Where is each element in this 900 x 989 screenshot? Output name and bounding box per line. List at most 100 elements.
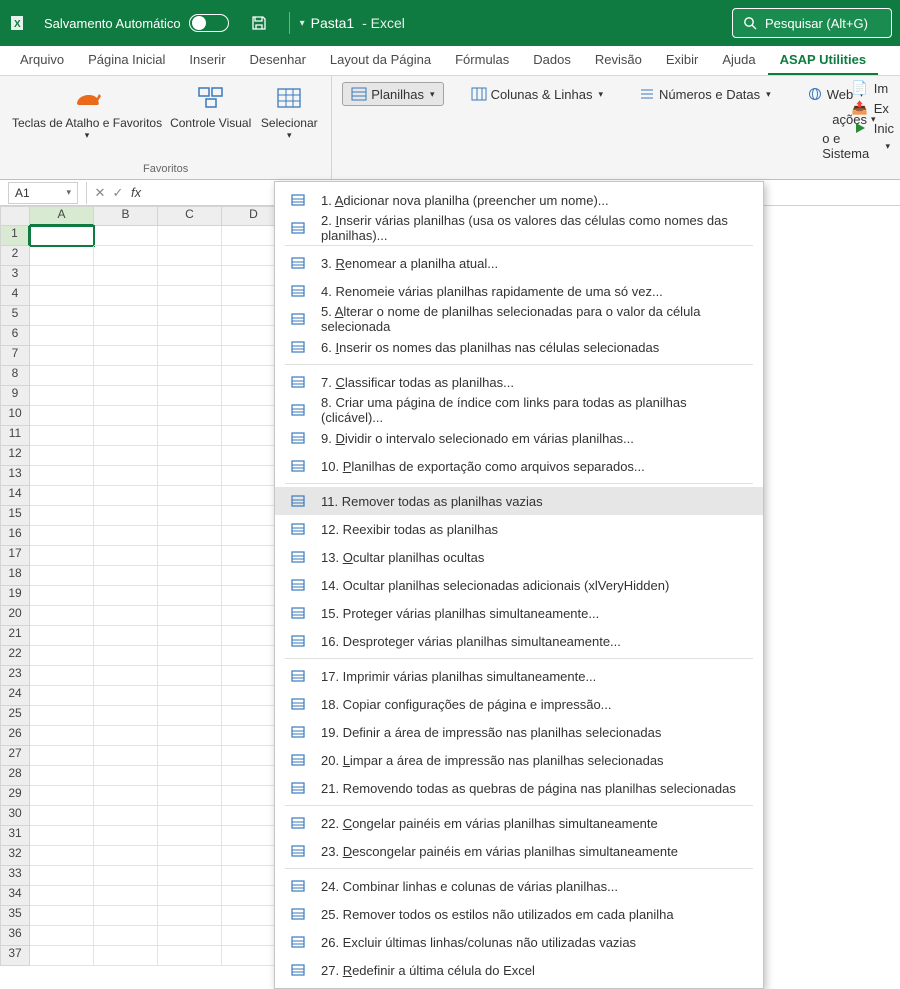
cell[interactable] [158,366,222,386]
menu-item[interactable]: 4. Renomeie várias planilhas rapidamente… [275,277,763,305]
cell[interactable] [158,746,222,766]
cell[interactable] [30,646,94,666]
menu-item[interactable]: 10. Planilhas de exportação como arquivo… [275,452,763,480]
cell[interactable] [94,626,158,646]
tab-exibir[interactable]: Exibir [654,46,711,75]
cell[interactable] [158,546,222,566]
row-header[interactable]: 20 [0,606,30,626]
menu-item[interactable]: 2. Inserir várias planilhas (usa os valo… [275,214,763,242]
cell[interactable] [30,946,94,966]
cell[interactable] [94,486,158,506]
row-header[interactable]: 7 [0,346,30,366]
menu-item[interactable]: 13. Ocultar planilhas ocultas [275,543,763,571]
cell[interactable] [94,226,158,246]
cell[interactable] [30,226,94,246]
name-box[interactable]: A1 ▾ [8,182,78,204]
cell[interactable] [30,726,94,746]
cell[interactable] [30,586,94,606]
row-header[interactable]: 27 [0,746,30,766]
cell[interactable] [94,446,158,466]
select-all-corner[interactable] [0,206,30,226]
row-header[interactable]: 24 [0,686,30,706]
menu-item[interactable]: 7. Classificar todas as planilhas... [275,368,763,396]
cell[interactable] [158,566,222,586]
cell[interactable] [94,586,158,606]
cell[interactable] [94,466,158,486]
fx-icon[interactable]: fx [131,185,141,200]
menu-item[interactable]: 11. Remover todas as planilhas vazias [275,487,763,515]
row-header[interactable]: 36 [0,926,30,946]
cell[interactable] [30,466,94,486]
cell[interactable] [158,506,222,526]
menu-item[interactable]: 9. Dividir o intervalo selecionado em vá… [275,424,763,452]
snippet-export[interactable]: 📤Ex [852,100,894,116]
cell[interactable] [30,506,94,526]
save-button[interactable] [247,11,271,35]
cell[interactable] [30,906,94,926]
cell[interactable] [30,266,94,286]
cell[interactable] [94,506,158,526]
column-header[interactable]: B [94,206,158,226]
tab-arquivo[interactable]: Arquivo [8,46,76,75]
cell[interactable] [94,946,158,966]
snippet-iniciar[interactable]: Inic [852,120,894,136]
row-header[interactable]: 30 [0,806,30,826]
menu-item[interactable]: 21. Removendo todas as quebras de página… [275,774,763,802]
cell[interactable] [30,766,94,786]
cell[interactable] [94,566,158,586]
menu-item[interactable]: 20. Limpar a área de impressão nas plani… [275,746,763,774]
cell[interactable] [30,806,94,826]
cell[interactable] [158,586,222,606]
cell[interactable] [94,786,158,806]
row-header[interactable]: 29 [0,786,30,806]
column-header[interactable]: C [158,206,222,226]
cell[interactable] [30,486,94,506]
cell[interactable] [158,846,222,866]
menu-item[interactable]: 18. Copiar configurações de página e imp… [275,690,763,718]
cell[interactable] [30,426,94,446]
cell[interactable] [158,886,222,906]
dd-planilhas[interactable]: Planilhas▾ [342,82,443,106]
cell[interactable] [30,366,94,386]
cell[interactable] [158,286,222,306]
cell[interactable] [94,386,158,406]
cell[interactable] [158,686,222,706]
cell[interactable] [158,906,222,926]
cell[interactable] [30,686,94,706]
cell[interactable] [30,786,94,806]
menu-item[interactable]: 15. Proteger várias planilhas simultanea… [275,599,763,627]
cell[interactable] [158,266,222,286]
cell[interactable] [30,846,94,866]
row-header[interactable]: 37 [0,946,30,966]
cell[interactable] [94,606,158,626]
cell[interactable] [30,566,94,586]
row-header[interactable]: 22 [0,646,30,666]
menu-item[interactable]: 5. Alterar o nome de planilhas seleciona… [275,305,763,333]
row-header[interactable]: 10 [0,406,30,426]
tab-asap-utilities[interactable]: ASAP Utilities [768,46,878,75]
cell[interactable] [30,346,94,366]
menu-item[interactable]: 24. Combinar linhas e colunas de várias … [275,872,763,900]
row-header[interactable]: 6 [0,326,30,346]
cell[interactable] [94,306,158,326]
cell[interactable] [94,246,158,266]
btn-controle-visual[interactable]: Controle Visual [166,80,255,143]
menu-item[interactable]: 14. Ocultar planilhas selecionadas adici… [275,571,763,599]
menu-item[interactable]: 26. Excluir últimas linhas/colunas não u… [275,928,763,956]
cell[interactable] [158,346,222,366]
cell[interactable] [94,326,158,346]
cell[interactable] [94,666,158,686]
autosave-toggle[interactable] [189,14,229,32]
cell[interactable] [30,706,94,726]
menu-item[interactable]: 22. Congelar painéis em várias planilhas… [275,809,763,837]
row-header[interactable]: 2 [0,246,30,266]
cell[interactable] [94,866,158,886]
cell[interactable] [94,546,158,566]
menu-item[interactable]: 23. Descongelar painéis em várias planil… [275,837,763,865]
row-header[interactable]: 26 [0,726,30,746]
cell[interactable] [158,326,222,346]
cell[interactable] [94,806,158,826]
cell[interactable] [94,346,158,366]
row-header[interactable]: 23 [0,666,30,686]
cell[interactable] [30,526,94,546]
